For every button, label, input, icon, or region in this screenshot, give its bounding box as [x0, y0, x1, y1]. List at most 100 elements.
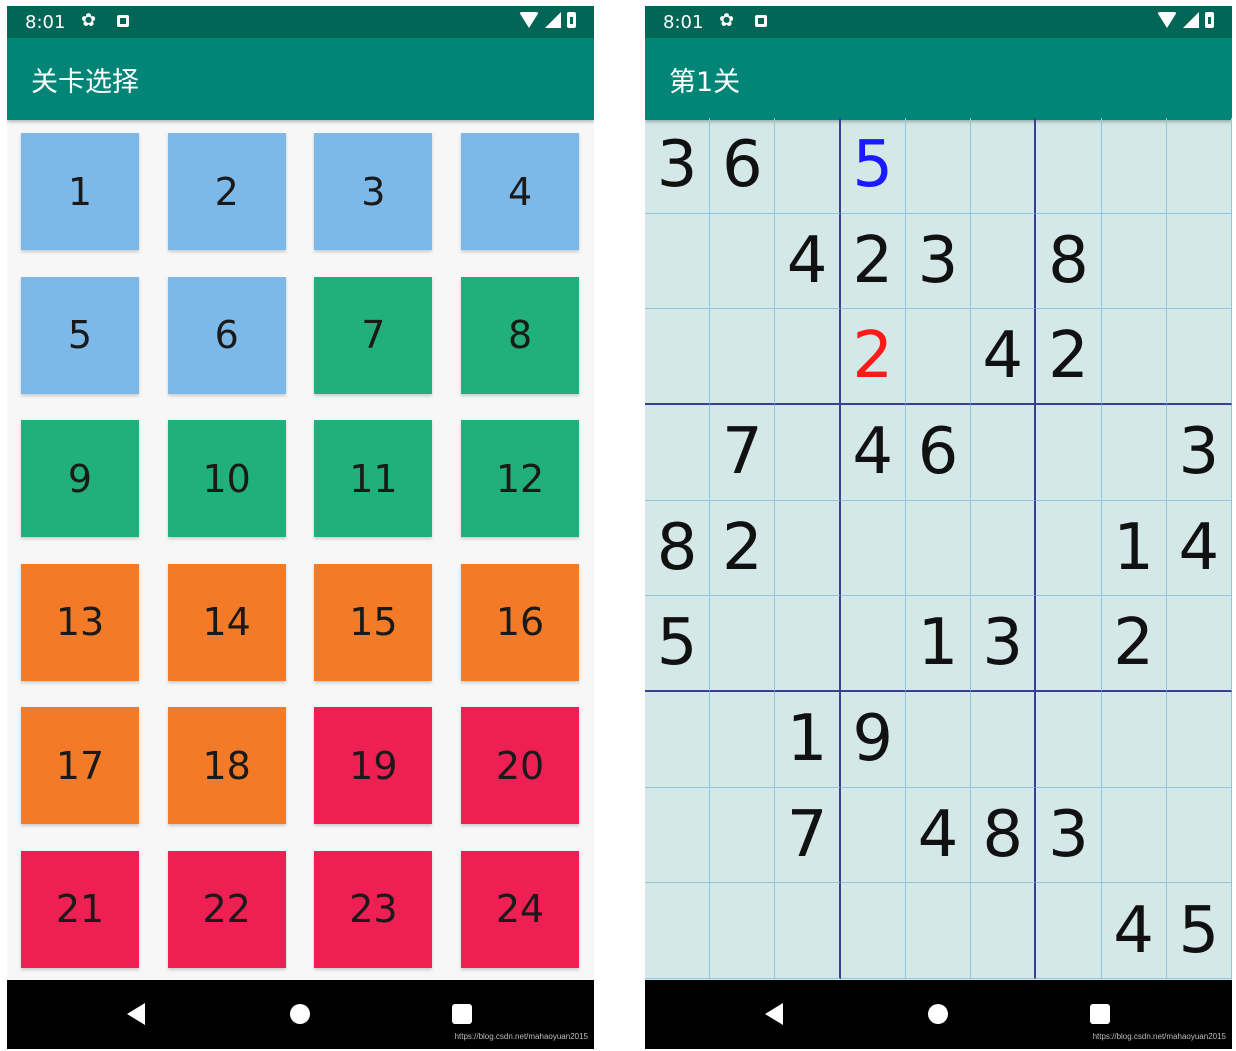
sudoku-cell[interactable]	[840, 500, 906, 597]
sudoku-cell[interactable]	[1166, 787, 1232, 884]
sudoku-cell[interactable]	[905, 118, 972, 214]
sudoku-cell[interactable]	[1101, 691, 1167, 788]
level-button-10[interactable]: 10	[167, 420, 286, 537]
sudoku-cell[interactable]	[1036, 596, 1102, 692]
level-button-7[interactable]: 7	[314, 276, 433, 394]
sudoku-cell[interactable]: 3	[1036, 787, 1102, 884]
level-button-1[interactable]: 1	[21, 133, 139, 250]
sudoku-cell[interactable]	[971, 500, 1037, 597]
sudoku-cell[interactable]	[1166, 691, 1232, 788]
sudoku-cell[interactable]: 4	[775, 213, 841, 310]
sudoku-cell[interactable]	[1101, 404, 1167, 501]
sudoku-cell[interactable]	[1166, 213, 1232, 310]
sudoku-cell[interactable]	[1101, 213, 1167, 310]
sudoku-cell[interactable]	[775, 404, 841, 501]
sudoku-cell[interactable]	[1036, 500, 1102, 597]
sudoku-cell[interactable]: 8	[1036, 213, 1102, 310]
back-icon[interactable]	[765, 1003, 783, 1025]
level-button-14[interactable]: 14	[167, 563, 286, 681]
sudoku-cell[interactable]	[645, 309, 711, 405]
sudoku-cell[interactable]	[840, 883, 906, 979]
level-button-3[interactable]: 3	[314, 133, 433, 250]
sudoku-cell[interactable]	[1036, 118, 1102, 214]
sudoku-cell[interactable]: 6	[905, 404, 972, 501]
sudoku-cell[interactable]: 2	[840, 213, 906, 310]
level-button-6[interactable]: 6	[167, 276, 286, 394]
level-button-16[interactable]: 16	[461, 563, 580, 681]
sudoku-cell[interactable]	[710, 883, 776, 979]
level-button-4[interactable]: 4	[461, 133, 580, 250]
sudoku-cell[interactable]	[905, 500, 972, 597]
level-button-20[interactable]: 20	[461, 707, 580, 824]
level-button-22[interactable]: 22	[167, 850, 286, 968]
sudoku-cell[interactable]	[775, 883, 841, 979]
sudoku-cell[interactable]	[1101, 787, 1167, 884]
sudoku-cell[interactable]	[840, 787, 906, 884]
sudoku-cell[interactable]: 8	[645, 500, 711, 597]
sudoku-cell[interactable]	[971, 691, 1037, 788]
sudoku-cell[interactable]	[710, 596, 776, 692]
sudoku-cell[interactable]	[645, 691, 711, 788]
recents-icon[interactable]	[452, 1004, 472, 1024]
level-button-18[interactable]: 18	[167, 707, 286, 824]
sudoku-cell[interactable]	[710, 309, 776, 405]
sudoku-cell[interactable]: 8	[971, 787, 1037, 884]
level-button-12[interactable]: 12	[461, 420, 580, 537]
sudoku-cell[interactable]	[905, 309, 972, 405]
level-button-9[interactable]: 9	[21, 420, 139, 537]
sudoku-cell[interactable]	[1101, 309, 1167, 405]
sudoku-cell[interactable]: 5	[1166, 883, 1232, 979]
sudoku-cell[interactable]: 6	[710, 118, 776, 214]
sudoku-cell[interactable]: 1	[905, 596, 972, 692]
sudoku-cell[interactable]: 1	[1101, 500, 1167, 597]
sudoku-cell[interactable]	[775, 596, 841, 692]
sudoku-cell[interactable]: 1	[775, 691, 841, 788]
sudoku-cell[interactable]	[710, 787, 776, 884]
sudoku-cell[interactable]	[1036, 883, 1102, 979]
sudoku-cell[interactable]	[645, 213, 711, 310]
sudoku-cell[interactable]: 3	[971, 596, 1037, 692]
sudoku-cell[interactable]	[645, 883, 711, 979]
level-button-2[interactable]: 2	[167, 133, 286, 250]
sudoku-cell[interactable]	[1166, 596, 1232, 692]
level-button-21[interactable]: 21	[21, 850, 139, 968]
sudoku-cell[interactable]	[971, 213, 1037, 310]
sudoku-cell[interactable]	[905, 691, 972, 788]
sudoku-cell[interactable]	[905, 883, 972, 979]
back-icon[interactable]	[127, 1003, 145, 1025]
level-button-11[interactable]: 11	[314, 420, 433, 537]
sudoku-cell[interactable]: 7	[710, 404, 776, 501]
sudoku-cell[interactable]: 2	[1101, 596, 1167, 692]
recents-icon[interactable]	[1090, 1004, 1110, 1024]
sudoku-cell[interactable]	[840, 596, 906, 692]
level-button-23[interactable]: 23	[314, 850, 433, 968]
sudoku-cell[interactable]: 2	[840, 309, 906, 405]
sudoku-cell[interactable]	[971, 118, 1037, 214]
sudoku-cell[interactable]	[971, 883, 1037, 979]
sudoku-cell[interactable]	[775, 118, 841, 214]
sudoku-cell[interactable]	[1036, 404, 1102, 501]
sudoku-cell[interactable]: 4	[840, 404, 906, 501]
sudoku-cell[interactable]: 5	[645, 596, 711, 692]
home-icon[interactable]	[290, 1004, 310, 1024]
level-button-13[interactable]: 13	[21, 563, 139, 681]
sudoku-cell[interactable]	[1101, 118, 1167, 214]
sudoku-cell[interactable]	[971, 404, 1037, 501]
sudoku-cell[interactable]: 3	[645, 118, 711, 214]
sudoku-cell[interactable]: 7	[775, 787, 841, 884]
level-button-8[interactable]: 8	[461, 276, 580, 394]
sudoku-cell[interactable]: 4	[1101, 883, 1167, 979]
sudoku-cell[interactable]: 4	[1166, 500, 1232, 597]
level-button-24[interactable]: 24	[461, 850, 580, 968]
sudoku-cell[interactable]: 9	[840, 691, 906, 788]
sudoku-cell[interactable]	[1166, 118, 1232, 214]
level-button-19[interactable]: 19	[314, 707, 433, 824]
sudoku-cell[interactable]	[645, 404, 711, 501]
sudoku-cell[interactable]: 3	[1166, 404, 1232, 501]
sudoku-cell[interactable]: 4	[971, 309, 1037, 405]
sudoku-cell[interactable]	[645, 787, 711, 884]
sudoku-cell[interactable]	[1166, 309, 1232, 405]
sudoku-cell[interactable]	[775, 309, 841, 405]
level-button-5[interactable]: 5	[21, 276, 139, 394]
sudoku-cell[interactable]	[710, 691, 776, 788]
